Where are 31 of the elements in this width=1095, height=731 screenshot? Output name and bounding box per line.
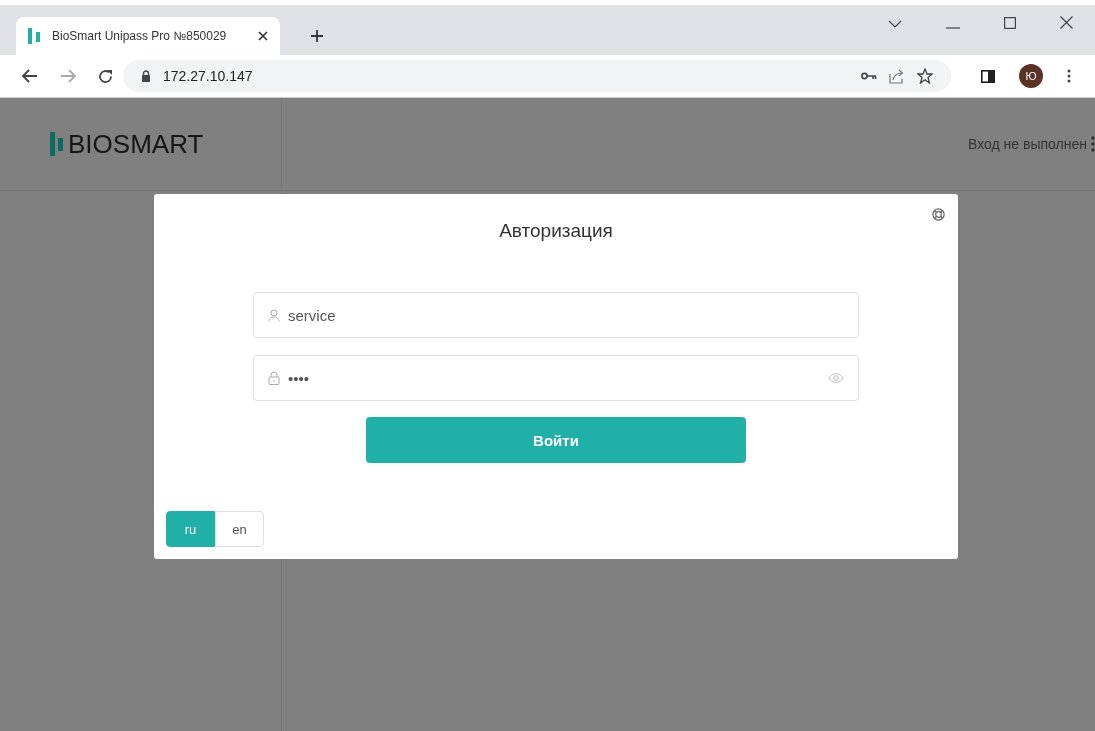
plus-icon[interactable] (310, 29, 324, 43)
star-icon[interactable] (917, 68, 933, 84)
close-icon[interactable] (1060, 16, 1073, 29)
bars-icon (50, 132, 64, 156)
url-text: 172.27.10.147 (163, 68, 253, 84)
field-value: •••• (288, 369, 310, 387)
username-field[interactable]: service (253, 292, 859, 338)
logo-text: BIOSMART (68, 128, 204, 160)
key-icon[interactable] (861, 72, 877, 80)
address-bar[interactable]: 172.27.10.147 (123, 60, 951, 92)
lock-icon (268, 371, 280, 385)
bars-icon (28, 28, 42, 44)
password-field[interactable]: •••• (253, 355, 859, 401)
side-panel-icon[interactable] (981, 69, 995, 83)
profile-avatar[interactable]: Ю (1019, 64, 1043, 88)
tab-title: BioSmart Unipass Pro №850029 (52, 29, 228, 43)
maximize-icon[interactable] (1004, 17, 1016, 29)
language-toggle[interactable]: en (215, 511, 264, 547)
field-value: service (288, 306, 337, 324)
reload-icon[interactable] (98, 68, 113, 84)
lock-icon (141, 70, 151, 82)
browser-tab[interactable]: BioSmart Unipass Pro №850029 (16, 17, 280, 55)
more-vertical-icon[interactable] (1067, 69, 1071, 83)
user-icon (268, 308, 280, 322)
dialog-title: Авторизация (499, 220, 613, 242)
login-status-text: Вход не выполнен (968, 136, 1087, 152)
share-icon[interactable] (889, 68, 905, 84)
chevron-down-icon[interactable] (888, 19, 902, 29)
lifebuoy-icon[interactable] (932, 208, 945, 221)
close-icon[interactable] (258, 31, 268, 41)
back-arrow-icon[interactable] (22, 69, 38, 83)
